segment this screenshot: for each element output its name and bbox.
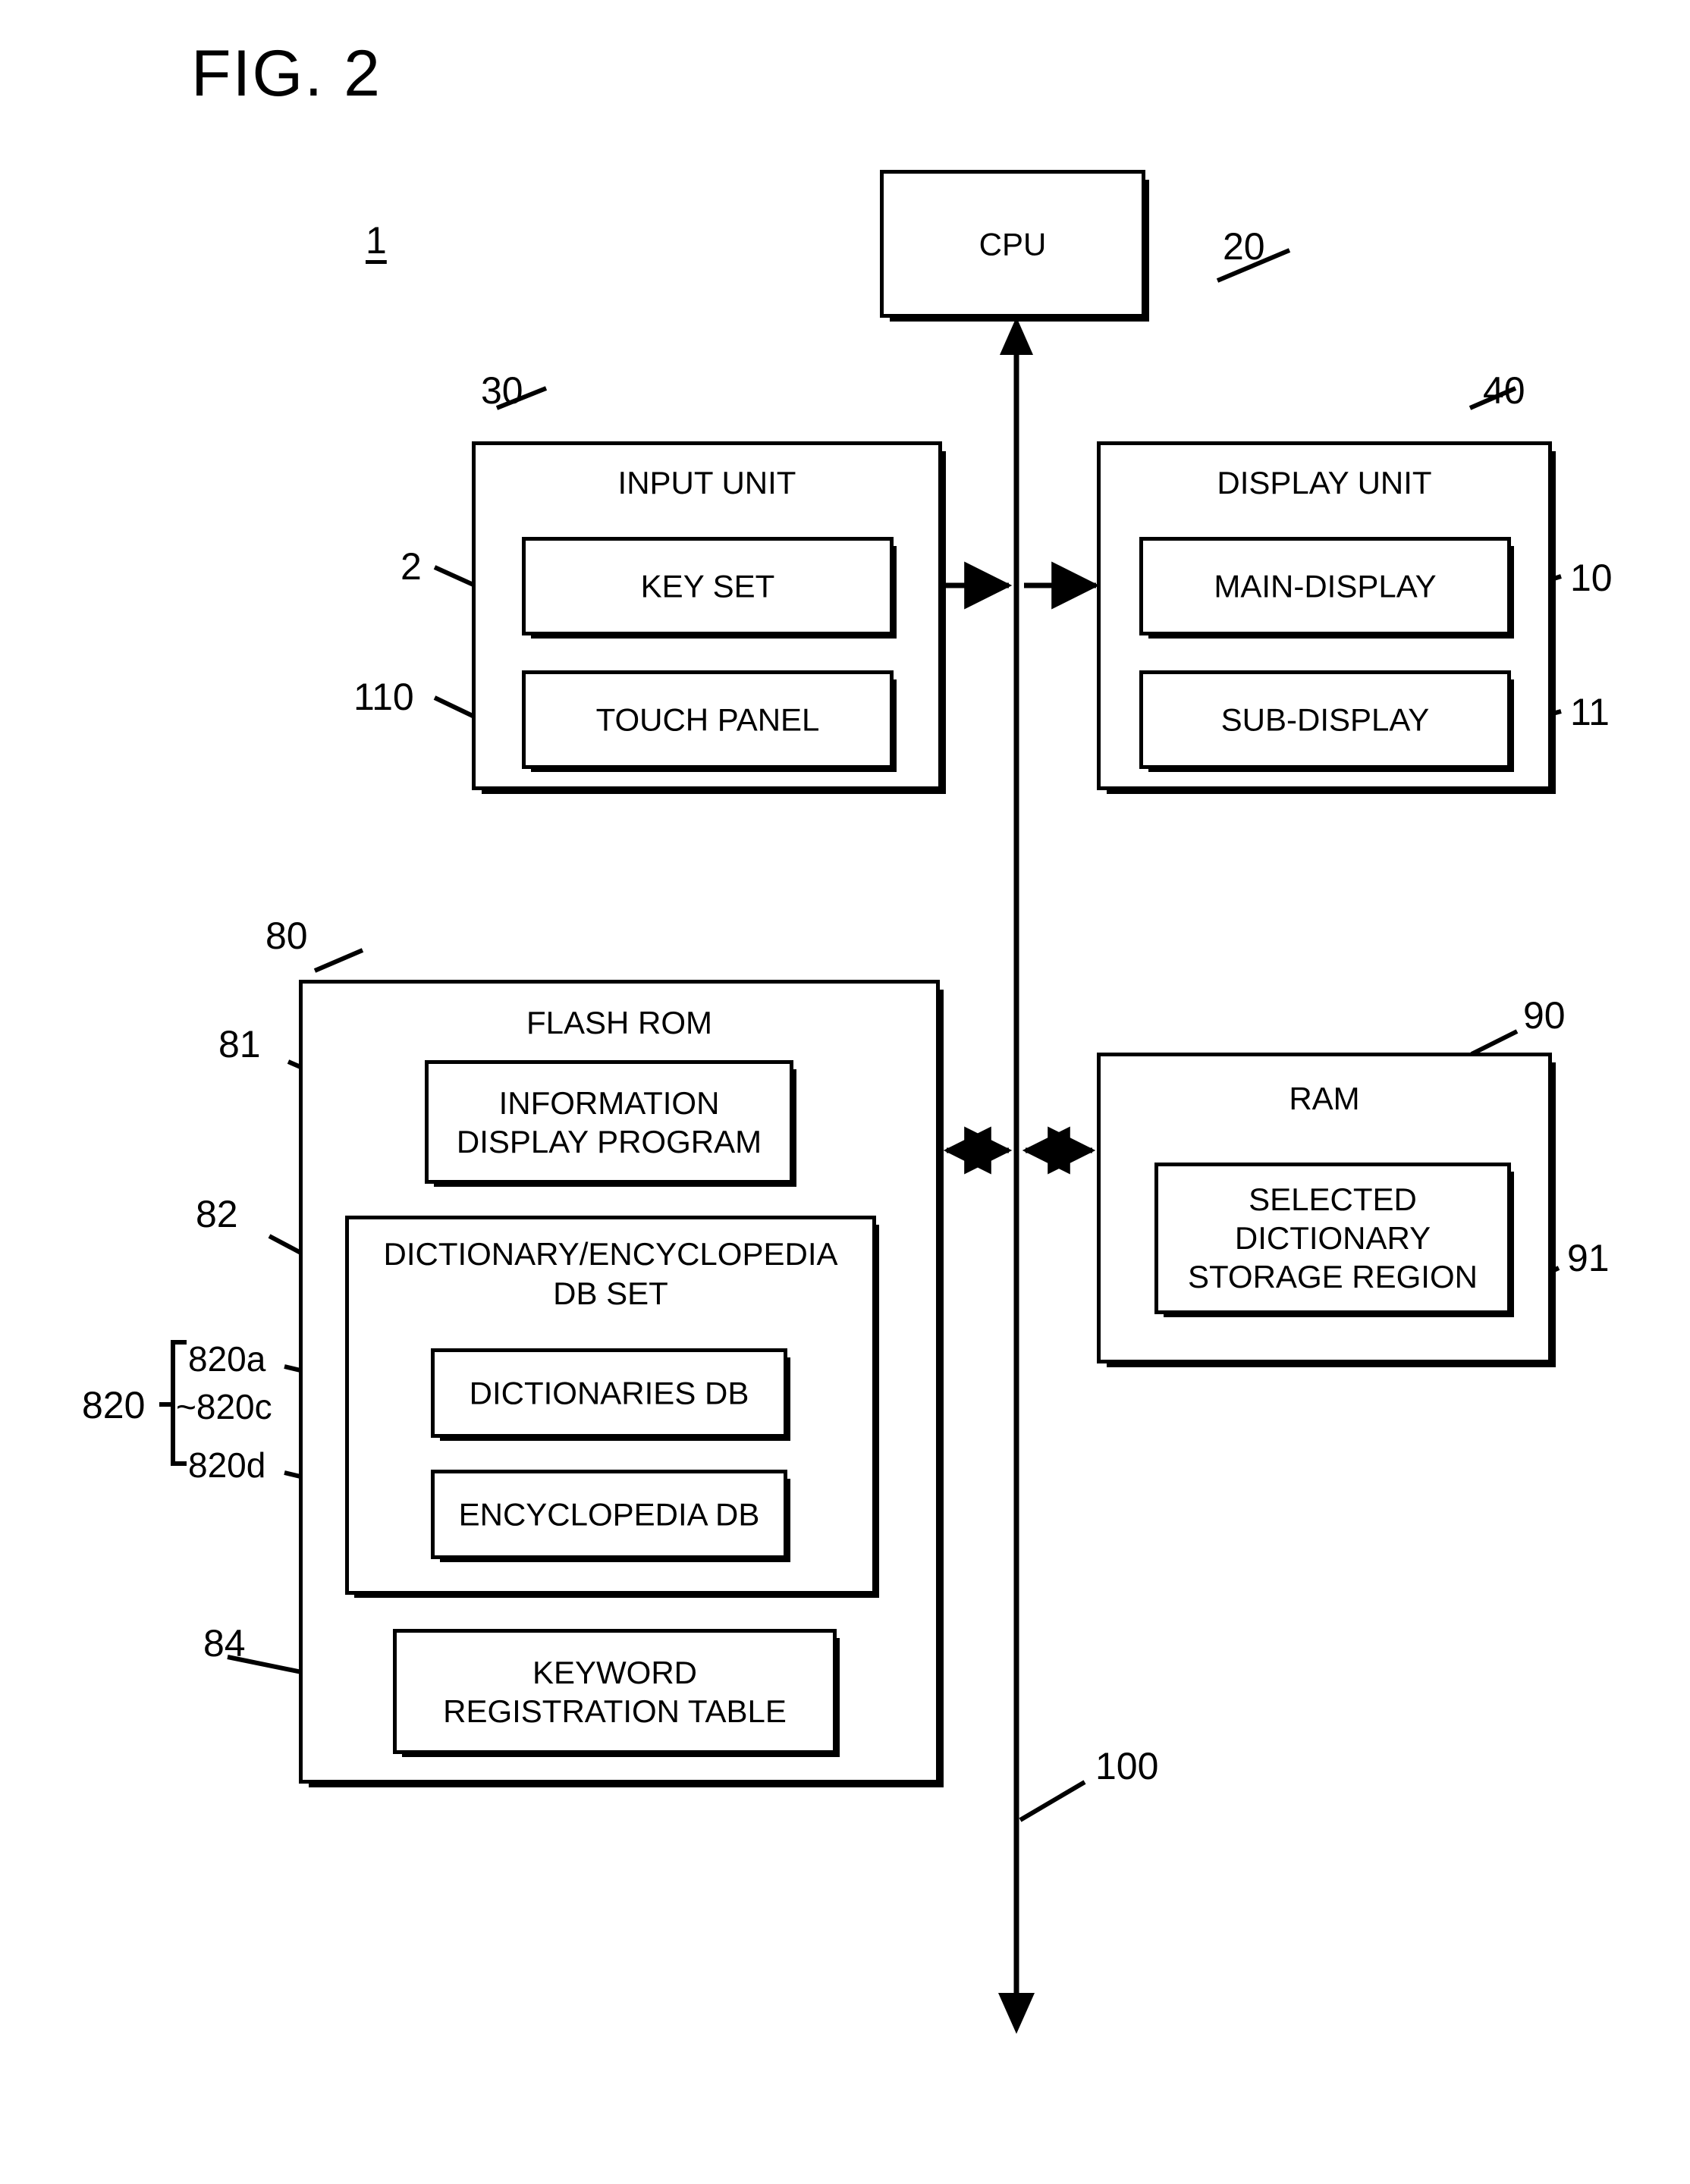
encyclopedia-db-block[interactable]: ENCYCLOPEDIA DB (431, 1470, 787, 1559)
krt-line2: REGISTRATION TABLE (443, 1693, 787, 1729)
key-set-block[interactable]: KEY SET (522, 537, 894, 635)
figure-title: FIG. 2 (191, 37, 382, 110)
ref-82: 82 (196, 1193, 238, 1235)
ref-11: 11 (1570, 691, 1610, 733)
sdsr-line3: STORAGE REGION (1188, 1259, 1478, 1295)
ref-10: 10 (1570, 557, 1613, 599)
sdsr-line2: DICTIONARY (1234, 1220, 1431, 1257)
selected-dictionary-storage-region-block[interactable]: SELECTED DICTIONARY STORAGE REGION (1154, 1163, 1511, 1314)
ref-820a: 820a (188, 1339, 266, 1379)
ref-820c: ~820c (176, 1387, 272, 1426)
dictionaries-db-block[interactable]: DICTIONARIES DB (431, 1348, 787, 1438)
ref-90: 90 (1523, 994, 1566, 1037)
ref-820d: 820d (188, 1445, 266, 1485)
idp-line1: INFORMATION (498, 1084, 720, 1121)
system-bus-line (998, 317, 1035, 2034)
ref-820-group: 820 (82, 1384, 146, 1426)
flash-rom-title: FLASH ROM (526, 1005, 713, 1040)
information-display-program-block[interactable]: INFORMATION DISPLAY PROGRAM (425, 1060, 793, 1184)
keyword-registration-table-block[interactable]: KEYWORD REGISTRATION TABLE (393, 1629, 837, 1754)
main-display-label: MAIN-DISPLAY (1214, 568, 1437, 604)
touch-panel-label: TOUCH PANEL (595, 701, 820, 738)
db-set-line1: DICTIONARY/ENCYCLOPEDIA (383, 1236, 838, 1272)
patent-figure: FIG. 2 1 CPU 20 INPUT UNIT 30 KEY SET 2 … (0, 0, 1690, 2184)
ref-84: 84 (203, 1622, 246, 1665)
key-set-label: KEY SET (640, 568, 775, 604)
ref-100: 100 (1095, 1745, 1159, 1787)
db-set-line2: DB SET (553, 1276, 668, 1311)
ref-91: 91 (1567, 1237, 1610, 1279)
display-unit-title: DISPLAY UNIT (1217, 465, 1432, 500)
input-unit-title: INPUT UNIT (617, 465, 796, 500)
db-set-title-2: DB SET (349, 1276, 872, 1312)
main-display-block[interactable]: MAIN-DISPLAY (1139, 537, 1511, 635)
ref-2: 2 (401, 545, 422, 588)
ref-30: 30 (481, 369, 523, 412)
dictionaries-db-label: DICTIONARIES DB (469, 1375, 749, 1411)
keyword-registration-table-label: KEYWORD REGISTRATION TABLE (397, 1652, 833, 1730)
system-reference-numeral: 1 (366, 219, 387, 262)
ref-110: 110 (353, 676, 414, 718)
selected-dictionary-storage-region-label: SELECTED DICTIONARY STORAGE REGION (1158, 1180, 1507, 1297)
sdsr-line1: SELECTED (1249, 1181, 1417, 1218)
sub-display-label: SUB-DISPLAY (1220, 701, 1430, 738)
information-display-program-label: INFORMATION DISPLAY PROGRAM (429, 1083, 790, 1160)
db-set-title: DICTIONARY/ENCYCLOPEDIA (349, 1236, 872, 1272)
ram-title: RAM (1289, 1081, 1360, 1116)
idp-line2: DISPLAY PROGRAM (456, 1123, 762, 1159)
ref-20: 20 (1223, 225, 1265, 268)
sub-display-block[interactable]: SUB-DISPLAY (1139, 670, 1511, 769)
cpu-block[interactable]: CPU (880, 170, 1145, 318)
cpu-label: CPU (979, 225, 1047, 262)
ref-81: 81 (218, 1023, 261, 1065)
ref-40: 40 (1483, 369, 1525, 412)
encyclopedia-db-label: ENCYCLOPEDIA DB (458, 1496, 760, 1533)
ref-80: 80 (265, 915, 308, 957)
krt-line1: KEYWORD (532, 1654, 697, 1690)
touch-panel-block[interactable]: TOUCH PANEL (522, 670, 894, 769)
